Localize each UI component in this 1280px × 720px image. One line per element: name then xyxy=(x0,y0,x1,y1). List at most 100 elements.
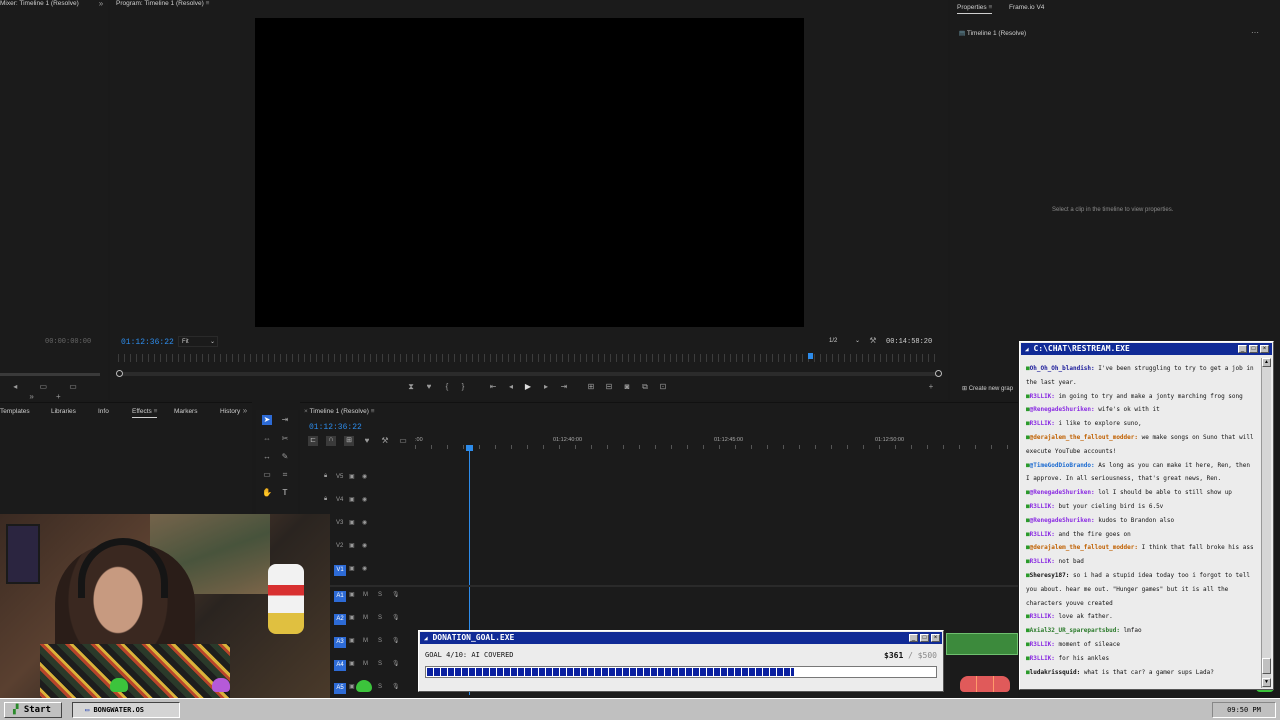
sync-icon[interactable]: ▣ xyxy=(349,542,355,549)
razor-icon[interactable]: ✂ xyxy=(280,434,290,444)
chat-username[interactable]: R3LLIK: xyxy=(1030,613,1059,620)
start-button[interactable]: ▞ Start xyxy=(4,702,62,718)
donation-titlebar[interactable]: ◢ DONATION_GOAL.EXE xyxy=(420,632,942,644)
program-playhead[interactable] xyxy=(808,353,813,359)
sync-icon[interactable]: ▣ xyxy=(349,565,355,572)
step-forward-icon[interactable]: ▸ xyxy=(541,382,551,392)
close-icon[interactable]: × xyxy=(304,408,308,415)
track-a3[interactable]: A3 ▣ M S 🎙︎ xyxy=(320,637,415,649)
chat-username[interactable]: Axial32_UR_sparepartsbud: xyxy=(1030,627,1124,634)
selection-tool-icon[interactable]: ➤ xyxy=(262,415,272,425)
timeline-ruler[interactable]: :00 01:12:40:00 01:12:45:00 01:12:50:00 xyxy=(415,435,1018,449)
ripple-edit-icon[interactable]: ⇔ xyxy=(262,434,272,444)
scroll-thumb[interactable] xyxy=(1262,658,1271,674)
chat-username[interactable]: R3LLIK: xyxy=(1030,420,1059,427)
chat-username[interactable]: R3LLIK: xyxy=(1030,655,1059,662)
chat-username[interactable]: R3LLIK: xyxy=(1030,393,1059,400)
taskbar-app-button[interactable]: ▭ BONGWATER.OS xyxy=(72,702,180,718)
program-scrollbar[interactable] xyxy=(116,370,942,377)
wrench-icon[interactable]: ⚒ xyxy=(868,336,878,346)
chat-username[interactable]: R3LLIK: xyxy=(1030,641,1059,648)
frameio-tab[interactable]: Frame.io V4 xyxy=(1009,4,1044,14)
pen-icon[interactable]: ✎ xyxy=(280,452,290,462)
play-icon[interactable]: ▶ xyxy=(523,382,533,392)
eye-icon[interactable]: ◉ xyxy=(362,519,367,526)
chat-username[interactable]: @derajalem_the_fallout_modder: xyxy=(1030,544,1142,551)
hand-icon[interactable]: ✋ xyxy=(262,488,272,498)
source-scrubber[interactable] xyxy=(0,373,100,376)
chat-username[interactable]: @RenegadeShuriken: xyxy=(1030,406,1099,413)
mute-button[interactable]: M xyxy=(363,638,368,644)
microphone-icon[interactable]: 🎙︎ xyxy=(392,591,400,598)
sync-icon[interactable]: ▣ xyxy=(349,660,355,667)
track-a1[interactable]: A1 ▣ M S 🎙︎ xyxy=(320,591,415,603)
track-v3[interactable]: 🔒︎ V3 ▣ ◉ xyxy=(320,519,415,531)
tab-menu-icon[interactable]: ≡ xyxy=(988,4,992,11)
scroll-handle-right[interactable] xyxy=(935,370,942,377)
source-transport-icons[interactable]: ◂ ▭ ▭ » + xyxy=(0,382,100,402)
microphone-icon[interactable]: 🎙︎ xyxy=(392,660,400,667)
add-marker-icon[interactable]: ♥ xyxy=(424,382,434,392)
maximize-button[interactable]: □ xyxy=(1249,345,1258,353)
tab-menu-icon[interactable]: ≡ xyxy=(206,0,210,7)
microphone-icon[interactable]: 🎙︎ xyxy=(392,637,400,644)
more-options-icon[interactable]: ⋯ xyxy=(1248,28,1262,38)
sync-icon[interactable]: ▣ xyxy=(349,496,355,503)
panel-overflow-icon[interactable]: » xyxy=(240,406,250,416)
resolution-dropdown[interactable]: 1/2 ⌄ xyxy=(826,336,862,347)
export-frame-icon[interactable]: ⊡ xyxy=(658,382,668,392)
source-monitor-tab[interactable]: Mixer: Timeline 1 (Resolve) xyxy=(0,0,100,10)
go-to-in-icon[interactable]: ⇤ xyxy=(488,382,498,392)
maximize-button[interactable]: □ xyxy=(920,634,929,642)
marker-icon[interactable]: ⧗ xyxy=(406,382,416,392)
tab-libraries[interactable]: Libraries xyxy=(51,408,76,418)
rectangle-icon[interactable]: ▭ xyxy=(262,470,272,480)
chat-username[interactable]: R3LLIK: xyxy=(1030,531,1059,538)
panel-menu-icon[interactable]: » xyxy=(96,0,106,9)
sync-icon[interactable]: ▣ xyxy=(349,591,355,598)
tab-menu-icon[interactable]: ≡ xyxy=(371,408,375,415)
microphone-icon[interactable]: 🎙︎ xyxy=(392,683,400,690)
track-v1[interactable]: 🔒︎ V1 ▣ ◉ xyxy=(320,565,415,577)
mute-button[interactable]: M xyxy=(363,615,368,621)
eye-icon[interactable]: ◉ xyxy=(362,473,367,480)
fit-dropdown[interactable]: Fit ⌄ xyxy=(178,336,218,347)
minimize-button[interactable]: _ xyxy=(909,634,918,642)
audio-clip[interactable] xyxy=(946,633,1018,655)
sync-icon[interactable]: ▣ xyxy=(349,637,355,644)
chat-username[interactable]: Sheresy187: xyxy=(1030,572,1073,579)
crop-icon[interactable]: ⌗ xyxy=(280,470,290,480)
track-select-icon[interactable]: ⇥ xyxy=(280,415,290,425)
extract-icon[interactable]: ⊟ xyxy=(604,382,614,392)
scroll-down-arrow[interactable]: ▼ xyxy=(1262,678,1271,687)
sync-icon[interactable]: ▣ xyxy=(349,683,355,690)
chat-username[interactable]: Oh_Oh_Oh_blandish: xyxy=(1030,365,1099,372)
lock-icon[interactable]: 🔒︎ xyxy=(324,496,327,503)
chat-message-list[interactable]: ■Oh_Oh_Oh_blandish: I've been struggling… xyxy=(1026,362,1260,688)
solo-button[interactable]: S xyxy=(378,661,382,667)
chat-username[interactable]: @derajalem_the_fallout_modder: xyxy=(1030,434,1142,441)
add-button-icon[interactable]: + xyxy=(926,382,936,392)
mute-button[interactable]: M xyxy=(363,592,368,598)
timeline-tab[interactable]: × Timeline 1 (Resolve) ≡ xyxy=(304,408,374,418)
step-back-icon[interactable]: ◂ xyxy=(506,382,516,392)
video-audio-divider[interactable] xyxy=(320,585,1018,587)
lift-icon[interactable]: ⊞ xyxy=(586,382,596,392)
track-v5[interactable]: 🔒︎ V5 ▣ ◉ xyxy=(320,473,415,485)
linked-selection-icon[interactable]: ∩ xyxy=(326,436,336,446)
tab-markers[interactable]: Markers xyxy=(174,408,197,418)
sync-icon[interactable]: ▣ xyxy=(349,519,355,526)
create-graphic-button[interactable]: ⊞ Create new grap xyxy=(962,385,1013,392)
program-monitor-tab[interactable]: Program: Timeline 1 (Resolve) ≡ xyxy=(116,0,209,10)
chat-username[interactable]: R3LLIK: xyxy=(1030,558,1059,565)
sync-icon[interactable]: ▣ xyxy=(349,614,355,621)
scroll-up-arrow[interactable]: ▲ xyxy=(1262,358,1271,367)
compare-icon[interactable]: ⧉ xyxy=(640,382,650,392)
sync-icon[interactable]: ▣ xyxy=(349,473,355,480)
mark-in-icon[interactable]: { xyxy=(442,382,452,392)
slip-icon[interactable]: ↔ xyxy=(262,452,272,462)
microphone-icon[interactable]: 🎙︎ xyxy=(392,614,400,621)
program-timecode[interactable]: 01:12:36:22 xyxy=(121,338,174,347)
timeline-timecode[interactable]: 01:12:36:22 xyxy=(309,423,362,432)
minimize-button[interactable]: _ xyxy=(1238,345,1247,353)
